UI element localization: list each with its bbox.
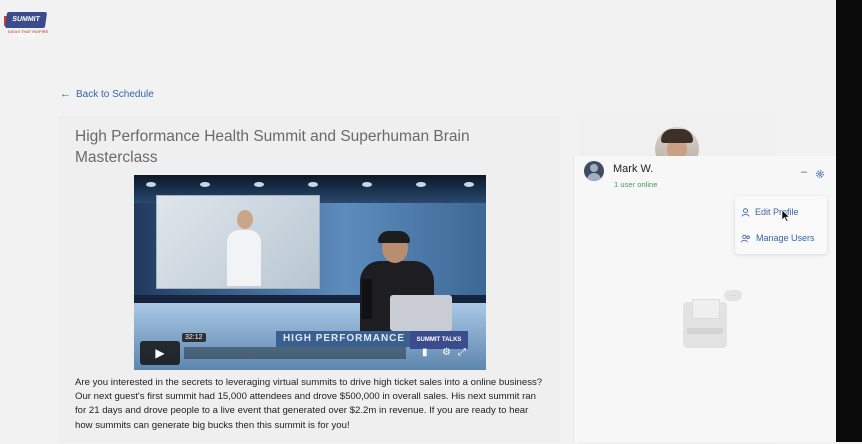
session-description: Are you interested in the secrets to lev… xyxy=(75,377,543,431)
settings-icon[interactable]: ⚙ xyxy=(442,347,451,359)
volume-icon[interactable]: ▮ xyxy=(422,347,428,359)
session-title: High Performance Health Summit and Super… xyxy=(75,128,470,166)
user-icon xyxy=(741,207,750,217)
fullscreen-icon[interactable]: ⤢ xyxy=(458,347,466,359)
back-to-schedule-link[interactable]: ← Back to Schedule xyxy=(60,88,154,100)
video-player[interactable]: HIGH PERFORMANCE ▶ 32:12 SUMMIT TALKS ▮ … xyxy=(134,175,486,370)
window-edge xyxy=(836,0,862,442)
users-icon xyxy=(741,234,750,242)
guest-figure xyxy=(227,210,261,288)
logo-subtext: IDEAS THAT INSPIRE xyxy=(8,29,49,34)
play-button[interactable]: ▶ xyxy=(140,341,180,365)
gear-icon[interactable] xyxy=(815,169,825,179)
manage-users-item[interactable]: Manage Users xyxy=(741,233,815,243)
arrow-left-icon: ← xyxy=(60,88,71,100)
microphone xyxy=(362,279,372,319)
edit-profile-label: Edit Profile xyxy=(755,207,799,217)
guest-video-inset xyxy=(156,195,320,289)
logo-text: SUMMIT TALKS xyxy=(4,12,48,39)
chat-user-avatar xyxy=(584,161,604,181)
ceiling-light xyxy=(416,182,426,187)
minimize-icon[interactable]: – xyxy=(801,167,807,178)
online-status: 1 user online xyxy=(614,180,658,189)
manage-users-label: Manage Users xyxy=(756,233,815,243)
ceiling-light xyxy=(308,182,318,187)
video-duration: 32:12 xyxy=(182,333,206,342)
empty-inbox-icon xyxy=(683,299,727,348)
laptop xyxy=(390,295,452,331)
chat-bubble-icon: ... xyxy=(724,290,742,301)
chat-user-name: Mark W. xyxy=(613,163,654,175)
video-controls: ▶ 32:12 SUMMIT TALKS ▮ ⚙ ⤢ xyxy=(140,331,480,365)
video-progress-bar[interactable] xyxy=(184,347,406,359)
ceiling-light xyxy=(200,182,210,187)
summit-talks-logo[interactable]: SUMMIT TALKS IDEAS THAT INSPIRE xyxy=(4,10,58,39)
play-icon: ▶ xyxy=(155,346,165,360)
back-label: Back to Schedule xyxy=(76,88,154,100)
ceiling-light xyxy=(464,182,474,187)
ceiling-light xyxy=(146,182,156,187)
mouse-cursor-icon xyxy=(782,210,790,222)
settings-dropdown: Edit Profile Manage Users xyxy=(735,196,827,254)
ceiling-light xyxy=(362,182,372,187)
ceiling-light xyxy=(254,182,264,187)
